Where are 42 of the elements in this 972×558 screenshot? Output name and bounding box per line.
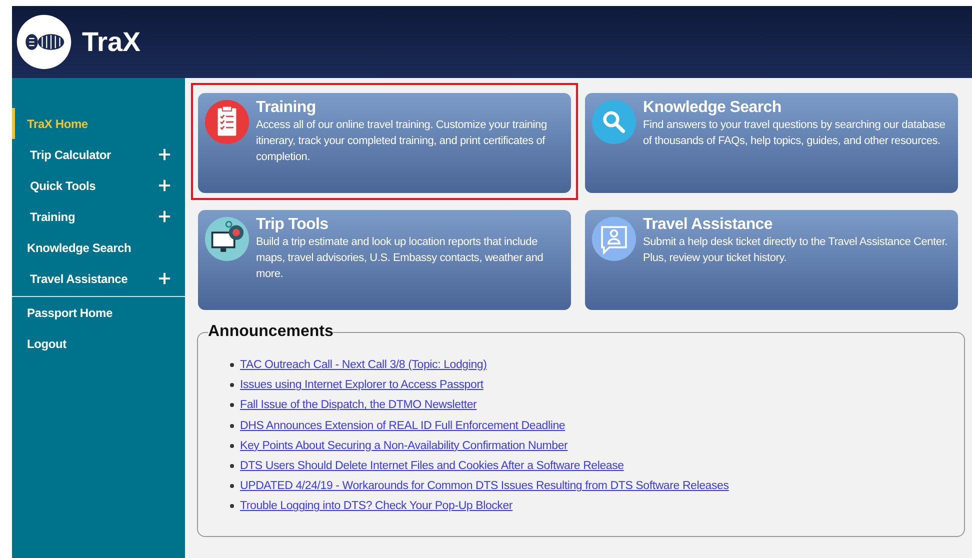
- announcement-link[interactable]: TAC Outreach Call - Next Call 3/8 (Topic: Lodging): [240, 359, 487, 372]
- card-description: Find answers to your travel questions by searching our database of thousands of FAQs, help topics, guides, and other resources.: [643, 118, 946, 149]
- sidebar-item[interactable]: Logout: [12, 328, 185, 359]
- bullet-icon: [230, 444, 234, 448]
- bullet-icon: [230, 363, 234, 368]
- bullet-icon: [230, 464, 234, 468]
- feature-card[interactable]: Knowledge Search Find answers to your travel questions by searching our database of thousands of FAQs, help topics, guides, and other resources.: [585, 93, 958, 193]
- card-title: Training: [256, 99, 317, 117]
- announcement-link[interactable]: DTS Users Should Delete Internet Files and Cookies After a Software Release: [240, 460, 624, 472]
- bullet-icon: [230, 424, 234, 428]
- sidebar-item[interactable]: Travel Assistance: [12, 263, 185, 294]
- app-title: TraX: [82, 26, 141, 58]
- bullet-icon: [230, 383, 234, 388]
- announcement-link[interactable]: Fall Issue of the Dispatch, the DTMO Newsletter: [240, 399, 477, 412]
- bullet-icon: [230, 403, 234, 408]
- plus-icon[interactable]: [158, 148, 171, 161]
- feature-card[interactable]: Travel Assistance Submit a help desk ticket directly to the Travel Assistance Center. Plus, review your ticket history.: [585, 210, 958, 310]
- plus-icon[interactable]: [158, 179, 171, 192]
- announcements-heading: Announcements: [208, 323, 334, 341]
- feature-card[interactable]: Trip Tools Build a trip estimate and look up location reports that include maps, travel advisories, U.S. Embassy contacts, weather and more.: [198, 210, 571, 310]
- feature-card[interactable]: Training Access all of our online travel training. Customize your training itinerary, track your completed training, and print certificates of completion.: [198, 93, 571, 193]
- card-title: Travel Assistance: [643, 216, 774, 234]
- card-description: Build a trip estimate and look up location reports that include maps, travel advisories, U.S. Embassy contacts, weather and more.: [256, 235, 544, 282]
- plus-icon[interactable]: [158, 272, 171, 285]
- card-title: Knowledge Search: [643, 99, 782, 117]
- sidebar-item[interactable]: Training: [12, 201, 185, 232]
- bullet-icon: [230, 484, 234, 488]
- plus-icon[interactable]: [158, 210, 171, 223]
- sidebar-item[interactable]: Passport Home: [12, 297, 185, 328]
- footprint-logo-icon: [16, 14, 72, 70]
- card-description: Access all of our online travel training. Customize your training itinerary, track your completed training, and print certificates of completion.: [256, 118, 548, 165]
- card-title: Trip Tools: [256, 216, 330, 234]
- sidebar-item[interactable]: Trip Calculator: [12, 139, 185, 170]
- announcement-link[interactable]: Trouble Logging into DTS? Check Your Pop-Up Blocker: [240, 500, 513, 512]
- bullet-icon: [230, 504, 234, 508]
- sidebar-item[interactable]: Quick Tools: [12, 170, 185, 201]
- sidebar-item[interactable]: Knowledge Search: [12, 232, 185, 263]
- announcement-link[interactable]: Issues using Internet Explorer to Access Passport: [240, 379, 484, 392]
- announcement-link[interactable]: Key Points About Securing a Non-Availability Confirmation Number: [240, 440, 568, 452]
- announcement-link[interactable]: DHS Announces Extension of REAL ID Full Enforcement Deadline: [240, 420, 566, 432]
- announcement-link[interactable]: UPDATED 4/24/19 - Workarounds for Common DTS Issues Resulting from DTS Software Releases: [240, 480, 729, 492]
- card-description: Submit a help desk ticket directly to the Travel Assistance Center. Plus, review your ticket history.: [643, 235, 949, 266]
